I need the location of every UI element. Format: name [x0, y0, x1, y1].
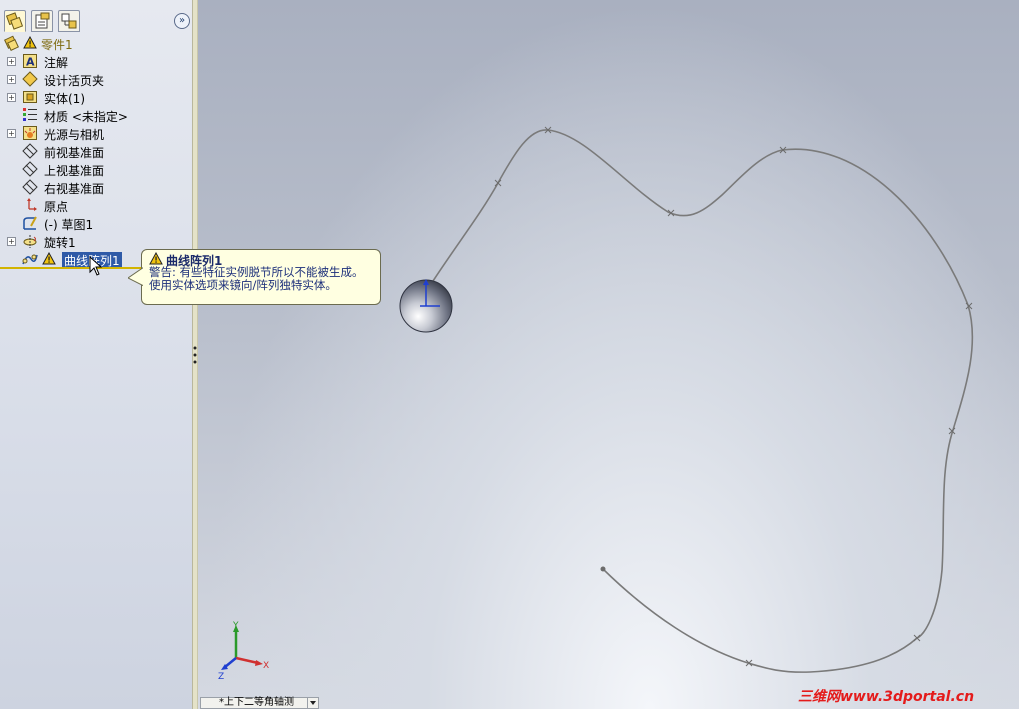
tree-root-label: 零件1 — [41, 38, 73, 52]
view-orientation-label: *上下二等角轴测 — [219, 697, 294, 708]
tab-property-manager[interactable] — [31, 10, 53, 32]
svg-text:A: A — [26, 56, 35, 69]
material-icon — [22, 107, 38, 123]
tooltip-pointer — [128, 266, 144, 288]
tree-item-label: 前视基准面 — [44, 146, 105, 160]
tree-item-origin[interactable]: 原点 — [0, 196, 192, 214]
tree-item-annotations[interactable]: + A 注解 — [0, 52, 192, 70]
mouse-cursor-icon — [89, 256, 103, 276]
tab-feature-manager[interactable] — [4, 10, 26, 32]
origin-icon — [22, 197, 38, 213]
configuration-manager-icon — [61, 13, 77, 29]
expand-toggle[interactable]: + — [7, 129, 16, 138]
tree-item-label: 实体(1) — [44, 92, 85, 106]
feature-manager-panel: » 零件1 + A 注解 + 设计活页夹 + 实体(1) 材质 <未指定> + … — [0, 0, 192, 709]
expand-toggle[interactable]: + — [7, 57, 16, 66]
sketch-icon — [22, 215, 38, 231]
triad-y-label: Y — [232, 621, 239, 631]
tree-item-design-binder[interactable]: + 设计活页夹 — [0, 70, 192, 88]
warning-icon — [23, 36, 37, 49]
tree-root-part[interactable]: 零件1 — [0, 34, 192, 52]
watermark-text: 三维网www.3dportal.cn — [798, 689, 975, 705]
tree-item-material[interactable]: 材质 <未指定> — [0, 106, 192, 124]
sweep-path-curve — [432, 129, 974, 673]
plane-icon — [22, 143, 38, 159]
graphics-area[interactable] — [198, 0, 1019, 709]
tab-configuration-manager[interactable] — [58, 10, 80, 32]
view-orientation-select[interactable]: *上下二等角轴测 — [200, 697, 319, 709]
expand-panel-button[interactable]: » — [174, 13, 190, 29]
tooltip-body: 警告: 有些特征实例脱节所以不能被生成。使用实体选项来镜向/阵列独特实体。 — [149, 265, 364, 292]
solid-bodies-icon — [22, 89, 38, 105]
tree-item-lights-cameras[interactable]: + 光源与相机 — [0, 124, 192, 142]
tree-item-right-plane[interactable]: 右视基准面 — [0, 178, 192, 196]
curve-end-point — [600, 566, 606, 572]
splitter-grip-icon[interactable] — [193, 345, 197, 365]
tree-item-sketch1[interactable]: (-) 草图1 — [0, 214, 192, 232]
tree-item-label: 材质 <未指定> — [44, 110, 128, 124]
warning-tooltip: 曲线阵列1 警告: 有些特征实例脱节所以不能被生成。使用实体选项来镜向/阵列独特… — [128, 249, 381, 305]
expand-toggle[interactable]: + — [7, 75, 16, 84]
triad-x-label: X — [263, 661, 269, 671]
expand-toggle[interactable]: + — [7, 93, 16, 102]
tree-item-front-plane[interactable]: 前视基准面 — [0, 142, 192, 160]
tree-item-label: 上视基准面 — [44, 164, 105, 178]
tree-item-revolve1[interactable]: + 旋转1 — [0, 232, 192, 250]
warning-icon — [42, 252, 56, 265]
feature-tree-icon — [5, 12, 24, 30]
lights-cameras-icon — [22, 125, 38, 141]
tree-item-label: (-) 草图1 — [44, 218, 94, 232]
tree-item-label: 原点 — [44, 200, 69, 214]
revolve-icon — [22, 233, 38, 249]
tree-item-label: 旋转1 — [44, 236, 76, 250]
annotation-icon: A — [22, 53, 38, 69]
model-view — [399, 126, 974, 673]
tree-item-label: 光源与相机 — [44, 128, 105, 142]
plane-icon — [22, 179, 38, 195]
curve-pattern-icon — [22, 251, 38, 267]
chevron-down-icon[interactable] — [307, 698, 318, 708]
reference-triad[interactable]: Y X Z — [216, 620, 276, 680]
tree-item-label: 注解 — [44, 56, 69, 70]
curve-point-markers — [494, 126, 973, 667]
triad-z-label: Z — [218, 672, 224, 680]
property-manager-icon — [35, 12, 50, 29]
part-icon — [4, 35, 20, 51]
tree-item-solid-bodies[interactable]: + 实体(1) — [0, 88, 192, 106]
plane-icon — [22, 161, 38, 177]
expand-toggle[interactable]: + — [7, 237, 16, 246]
tree-item-top-plane[interactable]: 上视基准面 — [0, 160, 192, 178]
design-binder-icon — [22, 71, 38, 87]
tree-item-label: 右视基准面 — [44, 182, 105, 196]
tree-item-label: 设计活页夹 — [44, 74, 105, 88]
warning-icon — [149, 252, 163, 265]
manager-tabs: » — [0, 0, 192, 34]
